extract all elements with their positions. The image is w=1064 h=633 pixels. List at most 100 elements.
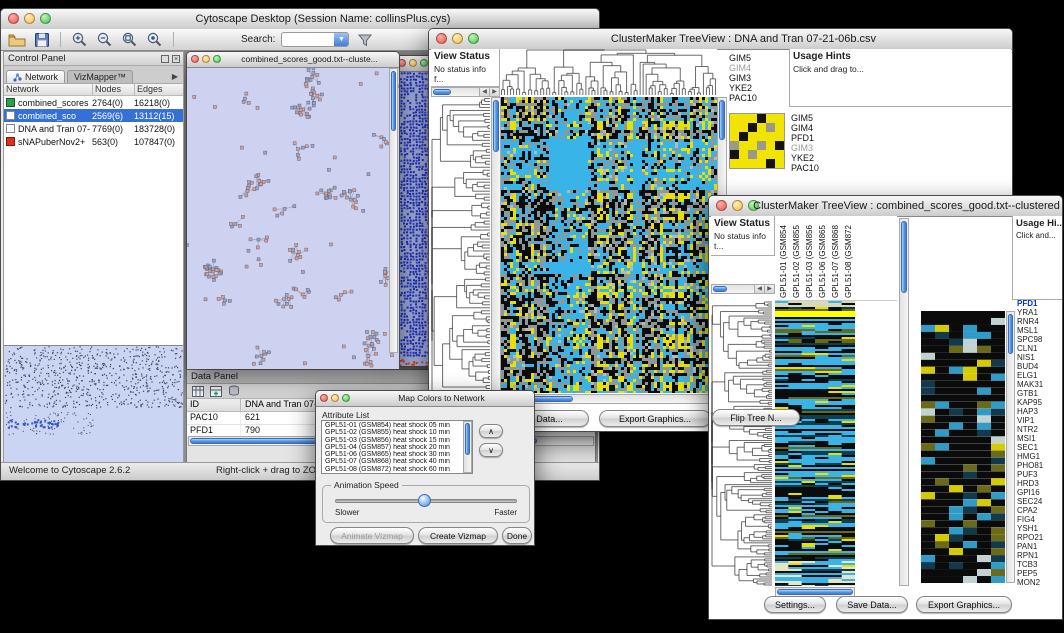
matrix-row-label[interactable]: GIM5 [791, 113, 841, 123]
attribute-list-item[interactable]: GPL51-02 (GSM855) heat shock 10 min [323, 429, 463, 436]
move-down-button[interactable]: ∨ [479, 443, 503, 457]
create-vizmap-button[interactable]: Create Vizmap [418, 527, 498, 544]
gene-label[interactable]: SEC1 [1017, 443, 1062, 452]
save-data-button[interactable]: Save Data... [836, 596, 908, 613]
search-input[interactable]: ▼ [281, 32, 349, 47]
gene-label[interactable]: HMG1 [1017, 452, 1062, 461]
move-up-button[interactable]: ∧ [479, 424, 503, 438]
array-column-label[interactable]: GPL51-01 (GSM854 [779, 218, 788, 298]
zoom-icon[interactable] [468, 33, 479, 44]
gene-label[interactable]: MSL1 [1017, 326, 1062, 335]
matrix-row-label[interactable]: GIM4 [791, 123, 841, 133]
gene-label[interactable]: CLN1 [1017, 344, 1062, 353]
done-button[interactable]: Done [502, 527, 532, 544]
array-column-label[interactable]: GPL51-08 (GSM872 [844, 218, 853, 298]
delete-attribute-icon[interactable] [227, 385, 240, 397]
dialog-titlebar[interactable]: Map Colors to Network [316, 391, 534, 407]
scroll-left-icon[interactable]: ◀ [479, 88, 489, 96]
list-scrollbar[interactable] [463, 421, 472, 473]
attribute-list-item[interactable]: GPL51-06 (GSM865) heat shock 30 min [323, 451, 463, 458]
column-header-network[interactable]: Network [4, 84, 93, 96]
row-dendrogram-canvas[interactable] [431, 97, 491, 393]
zoom-icon[interactable] [748, 200, 759, 211]
column-label[interactable]: GIM5 [729, 53, 785, 63]
gene-label[interactable]: PAN1 [1017, 542, 1062, 551]
matrix-row-label[interactable]: YKE2 [791, 153, 841, 163]
network-list-row[interactable]: combined_scores2764(0)16218(0) [4, 96, 183, 109]
matrix-row-label[interactable]: GIM3 [791, 143, 841, 153]
treeview2-titlebar[interactable]: ClusterMaker TreeView : combined_scores_… [709, 196, 1062, 217]
minimize-icon[interactable] [24, 13, 35, 24]
main-titlebar[interactable]: Cytoscape Desktop (Session Name: collins… [1, 9, 599, 30]
vertical-scrollbar[interactable] [389, 68, 398, 353]
scroll-right-icon[interactable]: ▶ [764, 285, 774, 293]
horizontal-scrollbar[interactable]: ◀▶ [431, 87, 500, 97]
animate-vizmap-button[interactable]: Animate Vizmap [330, 527, 414, 544]
attribute-list-item[interactable]: GPL51-03 (GSM856) heat shock 15 min [323, 437, 463, 444]
select-attributes-icon[interactable] [191, 385, 204, 397]
zoom-icon[interactable] [40, 13, 51, 24]
attribute-list-item[interactable]: GPL51-01 (GSM854) heat shock 05 min [323, 422, 463, 429]
gene-label[interactable]: PEP5 [1017, 569, 1062, 578]
minimize-icon[interactable] [331, 394, 339, 402]
search-dropdown-icon[interactable]: ▼ [334, 33, 348, 46]
horizontal-scrollbar[interactable]: ◀▶ [711, 284, 775, 294]
close-icon[interactable] [436, 33, 447, 44]
vertical-scrollbar[interactable] [899, 218, 909, 586]
gene-label[interactable]: ELG1 [1017, 371, 1062, 380]
settings-button[interactable]: Settings... [764, 596, 826, 613]
minimize-icon[interactable] [732, 200, 743, 211]
column-header-id[interactable]: ID [187, 399, 241, 411]
minimize-icon[interactable] [202, 55, 210, 63]
gene-label[interactable]: MAK31 [1017, 380, 1062, 389]
gene-label[interactable]: HRD3 [1017, 479, 1062, 488]
network-view-titlebar[interactable]: combined_scores_good.txt--cluste... [187, 52, 399, 68]
column-label[interactable]: GIM4 [729, 63, 785, 73]
gene-label[interactable]: MSI1 [1017, 434, 1062, 443]
array-column-label[interactable]: GPL51-02 (GSM855 [792, 218, 801, 298]
zoom-in-button[interactable] [70, 30, 89, 49]
slider-thumb[interactable] [418, 494, 431, 507]
gene-label[interactable]: RPO21 [1017, 533, 1062, 542]
gene-label[interactable]: PHO81 [1017, 461, 1062, 470]
zoom-icon[interactable] [342, 394, 350, 402]
zoom-icon[interactable] [213, 55, 221, 63]
array-column-label[interactable]: GPL51-03 (GSM856 [805, 218, 814, 298]
gene-label[interactable]: TCB3 [1017, 560, 1062, 569]
zoom-fit-button[interactable] [120, 30, 139, 49]
attribute-list-item[interactable]: GPL51-07 (GSM868) heat shock 40 min [323, 458, 463, 465]
close-icon[interactable] [191, 55, 199, 63]
zoom-heatmap-canvas[interactable] [921, 311, 1005, 583]
gene-label[interactable]: NTR2 [1017, 425, 1062, 434]
network-list-row[interactable]: sNAPuberNov2+563(0)107847(0) [4, 135, 183, 148]
save-session-button[interactable] [32, 30, 51, 49]
zoom-out-button[interactable] [95, 30, 114, 49]
gene-label[interactable]: VIP1 [1017, 416, 1062, 425]
column-header-nodes[interactable]: Nodes [93, 84, 135, 96]
close-panel-icon[interactable]: × [172, 55, 180, 63]
filter-icon[interactable] [355, 30, 374, 49]
network-list-row[interactable]: DNA and Tran 07-7769(0)183728(0) [4, 122, 183, 135]
array-column-label[interactable]: GPL51-07 (GSM868 [831, 218, 840, 298]
gene-label[interactable]: KAP95 [1017, 398, 1062, 407]
close-icon[interactable] [716, 200, 727, 211]
zoom-icon[interactable] [420, 59, 428, 67]
attribute-list-item[interactable]: GPL51-08 (GSM872) heat shock 60 min [323, 466, 463, 473]
flip-tree-button[interactable]: Flip Tree N... [712, 409, 800, 426]
gene-label[interactable]: YSH1 [1017, 524, 1062, 533]
similarity-matrix-canvas[interactable] [729, 113, 785, 169]
network-view-window[interactable]: combined_scores_good.txt--cluste... [186, 51, 400, 369]
treeview1-titlebar[interactable]: ClusterMaker TreeView : DNA and Tran 07-… [429, 29, 1012, 50]
gene-label[interactable]: RPN1 [1017, 551, 1062, 560]
export-graphics-button[interactable]: Export Graphics... [599, 410, 711, 427]
gene-label[interactable]: PUF3 [1017, 470, 1062, 479]
gene-label[interactable]: RNR4 [1017, 317, 1062, 326]
tab-vizmapper[interactable]: VizMapper™ [67, 70, 133, 83]
column-label[interactable]: GIM3 [729, 73, 785, 83]
vertical-scrollbar[interactable] [1006, 311, 1015, 583]
vertical-scrollbar[interactable] [491, 97, 501, 393]
zoom-selected-button[interactable] [145, 30, 164, 49]
gene-label[interactable]: FIG4 [1017, 515, 1062, 524]
gene-label[interactable]: HAP3 [1017, 407, 1062, 416]
gene-label[interactable]: SPC98 [1017, 335, 1062, 344]
